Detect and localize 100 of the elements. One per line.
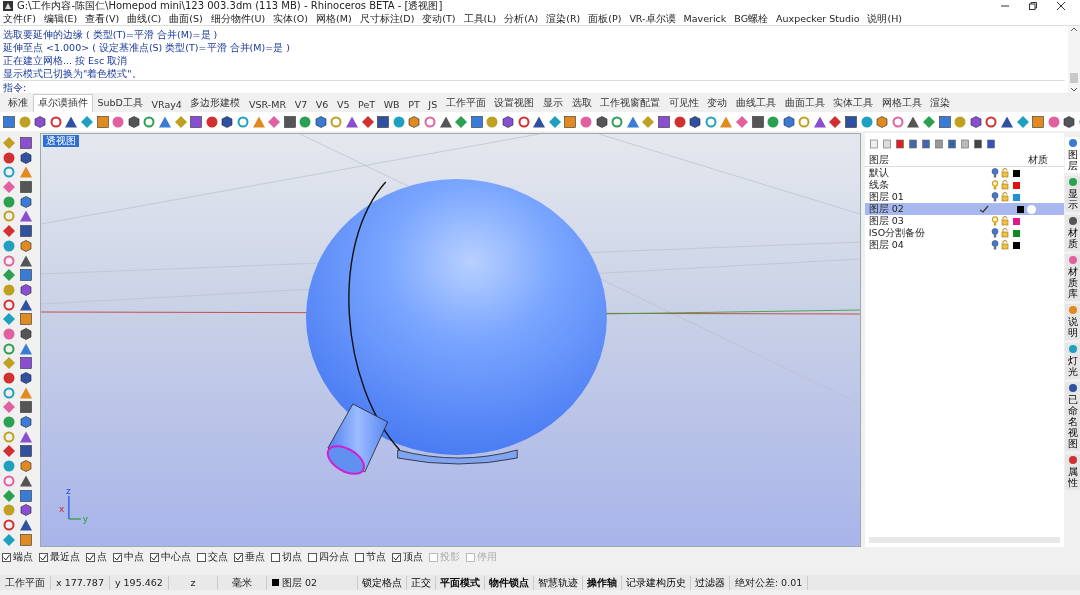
toolbar-tab[interactable]: PeT — [353, 97, 380, 112]
side-tab[interactable]: 说明 — [1065, 304, 1080, 340]
checkbox[interactable] — [197, 552, 206, 562]
tool-icon[interactable] — [1000, 114, 1014, 129]
lightbulb-icon[interactable] — [990, 240, 999, 250]
toolbar-tab[interactable]: 设置视图 — [490, 95, 539, 112]
restore-icon[interactable] — [1028, 1, 1038, 11]
layer-row[interactable]: 图层 01 — [864, 191, 1065, 203]
menu-item[interactable]: 面板(P) — [588, 12, 622, 25]
checkbox[interactable] — [355, 552, 364, 562]
menu-item[interactable]: 实体(O) — [273, 12, 308, 25]
tool-icon[interactable] — [844, 114, 859, 129]
tool-icon[interactable] — [2, 517, 16, 532]
layer-color-swatch[interactable] — [1012, 241, 1020, 249]
layer-color-swatch[interactable] — [1012, 169, 1020, 177]
tool-icon[interactable] — [19, 532, 33, 547]
tool-icon[interactable] — [19, 488, 33, 503]
toolbar-tab[interactable]: 卓尔谟插件 — [32, 94, 94, 112]
layer-color-swatch[interactable] — [1016, 205, 1024, 213]
checkbox[interactable] — [308, 552, 317, 562]
menu-item[interactable]: 变动(T) — [422, 12, 456, 25]
toolbar-tab[interactable]: JS — [424, 97, 442, 112]
tool-icon[interactable] — [19, 194, 33, 209]
toolbar-tab[interactable]: 曲线工具 — [731, 95, 781, 112]
checkbox[interactable] — [39, 552, 48, 562]
status-toggle[interactable]: 操作轴 — [582, 575, 622, 590]
tool-icon[interactable] — [781, 114, 796, 129]
menu-item[interactable]: 细分物件(U) — [210, 12, 266, 25]
layer-color-swatch[interactable] — [1012, 193, 1020, 201]
tool-icon[interactable] — [204, 114, 219, 129]
tool-icon[interactable] — [532, 114, 547, 129]
lightbulb-icon[interactable] — [990, 180, 999, 190]
tool-icon[interactable] — [2, 371, 16, 385]
tool-icon[interactable] — [126, 114, 141, 129]
current-layer[interactable]: 图层 02 — [281, 575, 317, 590]
toolbar-tab[interactable]: 可见性 — [664, 95, 704, 112]
layer-color-swatch[interactable] — [1012, 229, 1020, 237]
tool-icon[interactable] — [906, 114, 921, 129]
layer-row[interactable]: 图层 03 — [864, 215, 1065, 227]
tool-icon[interactable] — [2, 150, 16, 165]
layer-color-swatch[interactable] — [1012, 217, 1020, 225]
toolbar-tab[interactable]: PT — [403, 97, 425, 112]
tool-icon[interactable] — [345, 114, 360, 129]
layer-row[interactable]: 图层 02 — [864, 203, 1065, 215]
side-tab[interactable]: 显示 — [1065, 176, 1080, 212]
status-toggle[interactable]: 正交 — [406, 575, 436, 590]
tool-icon[interactable] — [189, 114, 204, 129]
tool-icon[interactable] — [282, 114, 297, 129]
layer-row[interactable]: ISO分割备份 — [864, 227, 1065, 239]
tool-icon[interactable] — [469, 114, 484, 129]
side-tab[interactable]: 图层 — [1065, 137, 1080, 173]
tool-icon[interactable] — [19, 180, 33, 195]
status-toggle[interactable]: 物件锁点 — [484, 575, 534, 590]
tool-icon[interactable] — [19, 429, 33, 444]
panel-tool-icon[interactable] — [972, 139, 983, 149]
layer-color-swatch[interactable] — [1012, 181, 1020, 189]
tool-icon[interactable] — [19, 459, 33, 474]
toolbar-tab[interactable]: 曲面工具 — [780, 95, 829, 112]
tool-icon[interactable] — [19, 224, 33, 239]
tool-icon[interactable] — [19, 209, 33, 224]
tool-icon[interactable] — [937, 114, 952, 129]
toolbar-tab[interactable]: 选取 — [567, 95, 596, 112]
checkbox[interactable] — [234, 552, 243, 562]
menu-item[interactable]: 编辑(E) — [43, 12, 78, 25]
tool-icon[interactable] — [360, 114, 375, 129]
toolbar-tab[interactable]: V7 — [290, 97, 312, 112]
status-toggle[interactable]: 平面模式 — [435, 575, 485, 590]
tool-icon[interactable] — [968, 114, 983, 129]
tool-icon[interactable] — [19, 371, 33, 385]
tool-icon[interactable] — [19, 150, 33, 165]
tool-icon[interactable] — [19, 297, 33, 312]
tool-icon[interactable] — [563, 114, 578, 129]
scroll-down-icon[interactable] — [1070, 85, 1078, 93]
tool-icon[interactable] — [19, 312, 33, 327]
scroll-thumb[interactable] — [1070, 73, 1078, 83]
tool-icon[interactable] — [19, 444, 33, 459]
menu-item[interactable]: 网格(M) — [316, 12, 352, 25]
toolbar-tab[interactable]: WB — [379, 97, 404, 112]
side-tab[interactable]: 已命名视图 — [1065, 382, 1080, 451]
toolbar-tab[interactable]: V6 — [311, 97, 333, 112]
toolbar-tab[interactable]: VSR-MR — [244, 97, 291, 112]
tool-icon[interactable] — [438, 114, 453, 129]
toolbar-tab[interactable]: 渲染 — [926, 95, 955, 112]
tool-icon[interactable] — [812, 114, 827, 129]
tool-icon[interactable] — [672, 114, 687, 129]
tool-icon[interactable] — [2, 297, 16, 312]
panel-tool-icon[interactable] — [907, 139, 918, 149]
toolbar-tab[interactable]: 实体工具 — [828, 95, 878, 112]
tool-icon[interactable] — [313, 114, 328, 129]
lightbulb-icon[interactable] — [990, 216, 999, 226]
menu-item[interactable]: 工具(L) — [463, 12, 497, 25]
lightbulb-icon[interactable] — [990, 168, 999, 178]
menu-item[interactable]: 曲线(C) — [127, 12, 162, 25]
viewport-label[interactable]: 透视图 — [42, 135, 79, 147]
tool-icon[interactable] — [2, 444, 16, 459]
tool-icon[interactable] — [19, 503, 33, 518]
status-toggle[interactable]: 智慧轨迹 — [533, 575, 583, 590]
material-swatch[interactable] — [1026, 204, 1036, 214]
status-toggle[interactable]: 记录建构历史 — [621, 575, 691, 590]
tool-icon[interactable] — [19, 473, 33, 488]
